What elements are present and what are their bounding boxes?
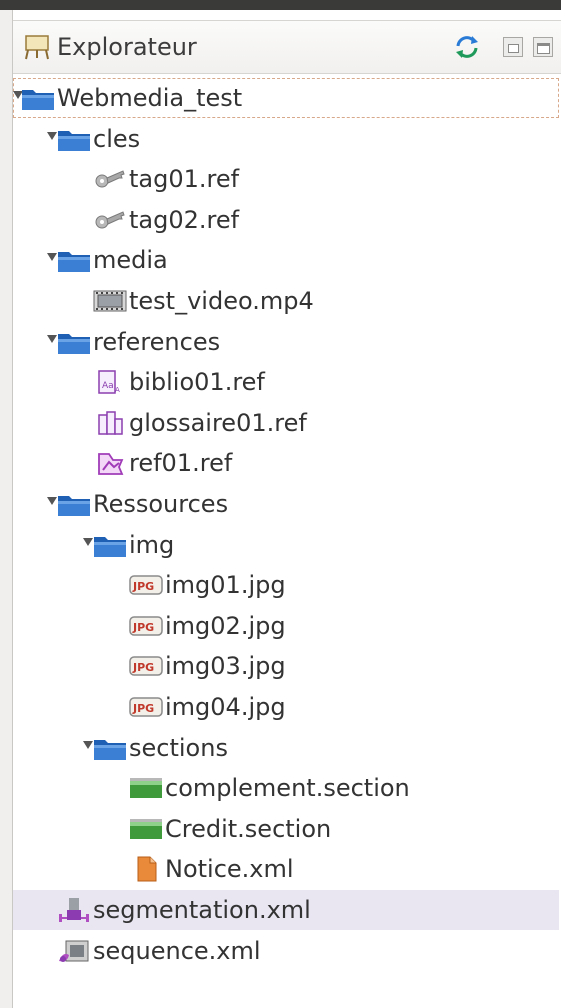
jpg-file-icon: JPG (129, 571, 163, 599)
tree-item-label: Webmedia_test (57, 84, 243, 112)
sync-icon[interactable] (453, 33, 481, 61)
tree-item[interactable]: Aa Abiblio01.ref (13, 362, 559, 402)
tree-item[interactable]: JPG img04.jpg (13, 687, 559, 727)
expand-twisty-icon[interactable] (47, 497, 57, 505)
tree-item[interactable]: JPG img01.jpg (13, 565, 559, 605)
sequence-icon (57, 937, 91, 965)
panel-left-border (0, 10, 13, 1008)
tree-item-label: ref01.ref (129, 449, 233, 478)
svg-text:JPG: JPG (132, 702, 154, 715)
section-icon (129, 774, 163, 802)
reference-icon (93, 449, 127, 477)
tree-item[interactable]: JPG img03.jpg (13, 646, 559, 686)
folder-icon (93, 734, 127, 762)
tree-item-label: media (93, 246, 168, 275)
section-icon (129, 815, 163, 843)
svg-text:A: A (115, 386, 120, 394)
expand-twisty-icon[interactable] (83, 537, 93, 546)
tree-item-label: img01.jpg (165, 571, 286, 600)
tree-item-label: complement.section (165, 774, 410, 803)
expand-twisty-icon[interactable] (47, 334, 57, 343)
tree-item[interactable]: Ressources (13, 484, 559, 524)
svg-text:JPG: JPG (132, 580, 154, 593)
tree-item[interactable]: Notice.xml (13, 849, 559, 889)
tree-item[interactable]: tag01.ref (13, 159, 559, 199)
svg-text:Aa: Aa (102, 381, 114, 391)
tree-item[interactable]: img (13, 525, 559, 565)
tree-item[interactable]: complement.section (13, 768, 559, 808)
minimize-button[interactable] (503, 37, 523, 57)
tree-item-label: sections (129, 733, 228, 762)
folder-icon (21, 84, 55, 112)
folder-icon (57, 328, 91, 356)
glossary-icon (93, 409, 127, 437)
expand-twisty-icon[interactable] (47, 253, 57, 262)
tree-item[interactable]: tag02.ref (13, 200, 559, 240)
tree-item[interactable]: references (13, 322, 559, 362)
tree-item-label: img02.jpg (165, 611, 286, 640)
tree-item-label: Notice.xml (165, 855, 294, 884)
xml-file-icon (129, 855, 163, 883)
tree-item[interactable]: test_video.mp4 (13, 281, 559, 321)
tree-item-label: sequence.xml (93, 936, 261, 965)
tree-item[interactable]: sections (13, 728, 559, 768)
tree-item-label: cles (93, 124, 141, 153)
jpg-file-icon: JPG (129, 693, 163, 721)
svg-text:JPG: JPG (132, 621, 154, 634)
video-file-icon (93, 287, 127, 315)
tree-item[interactable]: ref01.ref (13, 443, 559, 483)
tree-item-label: biblio01.ref (129, 368, 265, 397)
tree-item-label: Credit.section (165, 814, 332, 843)
svg-text:JPG: JPG (132, 661, 154, 674)
bibliography-icon: Aa A (93, 368, 127, 396)
folder-icon (57, 490, 91, 518)
tree-item-label: test_video.mp4 (129, 287, 314, 315)
jpg-file-icon: JPG (129, 612, 163, 640)
expand-twisty-icon[interactable] (83, 740, 93, 749)
tree-item-label: tag02.ref (129, 205, 240, 234)
easel-icon (25, 35, 49, 60)
panel-title: Explorateur (57, 33, 197, 61)
tree-item-label: tag01.ref (129, 165, 240, 194)
tree-item-label: img03.jpg (165, 652, 286, 681)
jpg-file-icon: JPG (129, 652, 163, 680)
tree-item[interactable]: segmentation.xml (13, 890, 559, 930)
segmentation-icon (57, 896, 91, 924)
tree-item-label: segmentation.xml (93, 896, 311, 924)
tree-item[interactable]: glossaire01.ref (13, 403, 559, 443)
folder-icon (57, 246, 91, 274)
tree-item-label: img04.jpg (165, 693, 286, 721)
tree-item-label: Ressources (93, 490, 229, 518)
tree-item-label: references (93, 327, 221, 356)
maximize-button[interactable] (533, 37, 553, 57)
folder-icon (57, 125, 91, 153)
key-icon (93, 165, 127, 193)
folder-icon (93, 531, 127, 559)
window-top-bar (0, 0, 561, 10)
panel-header: Explorateur (13, 20, 561, 74)
tree-item[interactable]: JPG img02.jpg (13, 606, 559, 646)
expand-twisty-icon[interactable] (47, 131, 57, 140)
tree-item[interactable]: Credit.section (13, 809, 559, 849)
tree-item-label: img (129, 530, 175, 559)
tree-item[interactable]: Webmedia_test (13, 78, 559, 118)
tree-item[interactable]: cles (13, 119, 559, 159)
key-icon (93, 206, 127, 234)
tree-item-label: glossaire01.ref (129, 408, 307, 437)
tree-item[interactable]: media (13, 240, 559, 280)
tree-item[interactable]: sequence.xml (13, 931, 559, 971)
